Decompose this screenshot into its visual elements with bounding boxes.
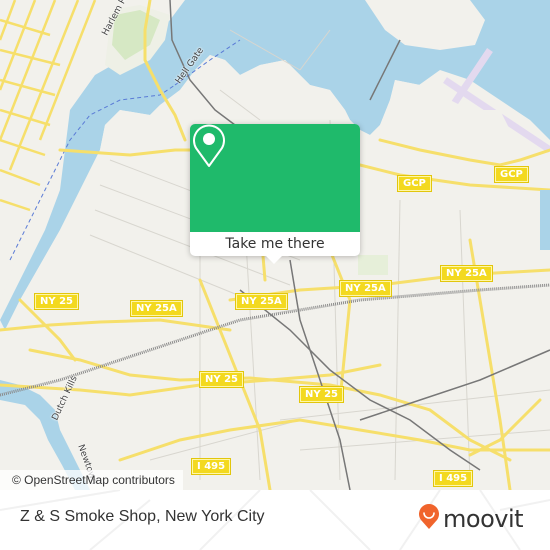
route-shield-ny25: NY 25 — [298, 386, 345, 403]
footer: Z & S Smoke Shop, New York City moovit — [0, 490, 550, 550]
location-popup: Take me there — [190, 124, 360, 264]
route-shield-ny25: NY 25 — [33, 293, 80, 310]
park — [358, 255, 388, 275]
moovit-logo[interactable]: moovit — [418, 504, 524, 534]
place-title: Z & S Smoke Shop, New York City — [20, 508, 265, 525]
map-attribution[interactable]: © OpenStreetMap contributors — [0, 470, 183, 490]
route-shield-i495: I 495 — [432, 470, 474, 487]
route-shield-i495: I 495 — [190, 458, 232, 475]
popup-header[interactable] — [190, 124, 360, 232]
route-shield-ny25a: NY 25A — [130, 300, 183, 317]
moovit-brand-name: moovit — [443, 505, 524, 533]
take-me-there-button[interactable]: Take me there — [190, 232, 360, 256]
route-shield-gcp: GCP — [494, 166, 529, 183]
moovit-smile-pin-icon — [418, 504, 440, 534]
route-shield-ny25a: NY 25A — [339, 280, 392, 297]
route-shield-ny25a: NY 25A — [235, 293, 288, 310]
route-shield-gcp: GCP — [397, 175, 432, 192]
route-shield-ny25: NY 25 — [198, 371, 245, 388]
park — [540, 190, 550, 250]
map[interactable]: Harlem River Hell Gate Dutch Kills Newto… — [0, 0, 550, 490]
popup-tail — [265, 255, 283, 264]
route-shield-ny25a: NY 25A — [440, 265, 493, 282]
